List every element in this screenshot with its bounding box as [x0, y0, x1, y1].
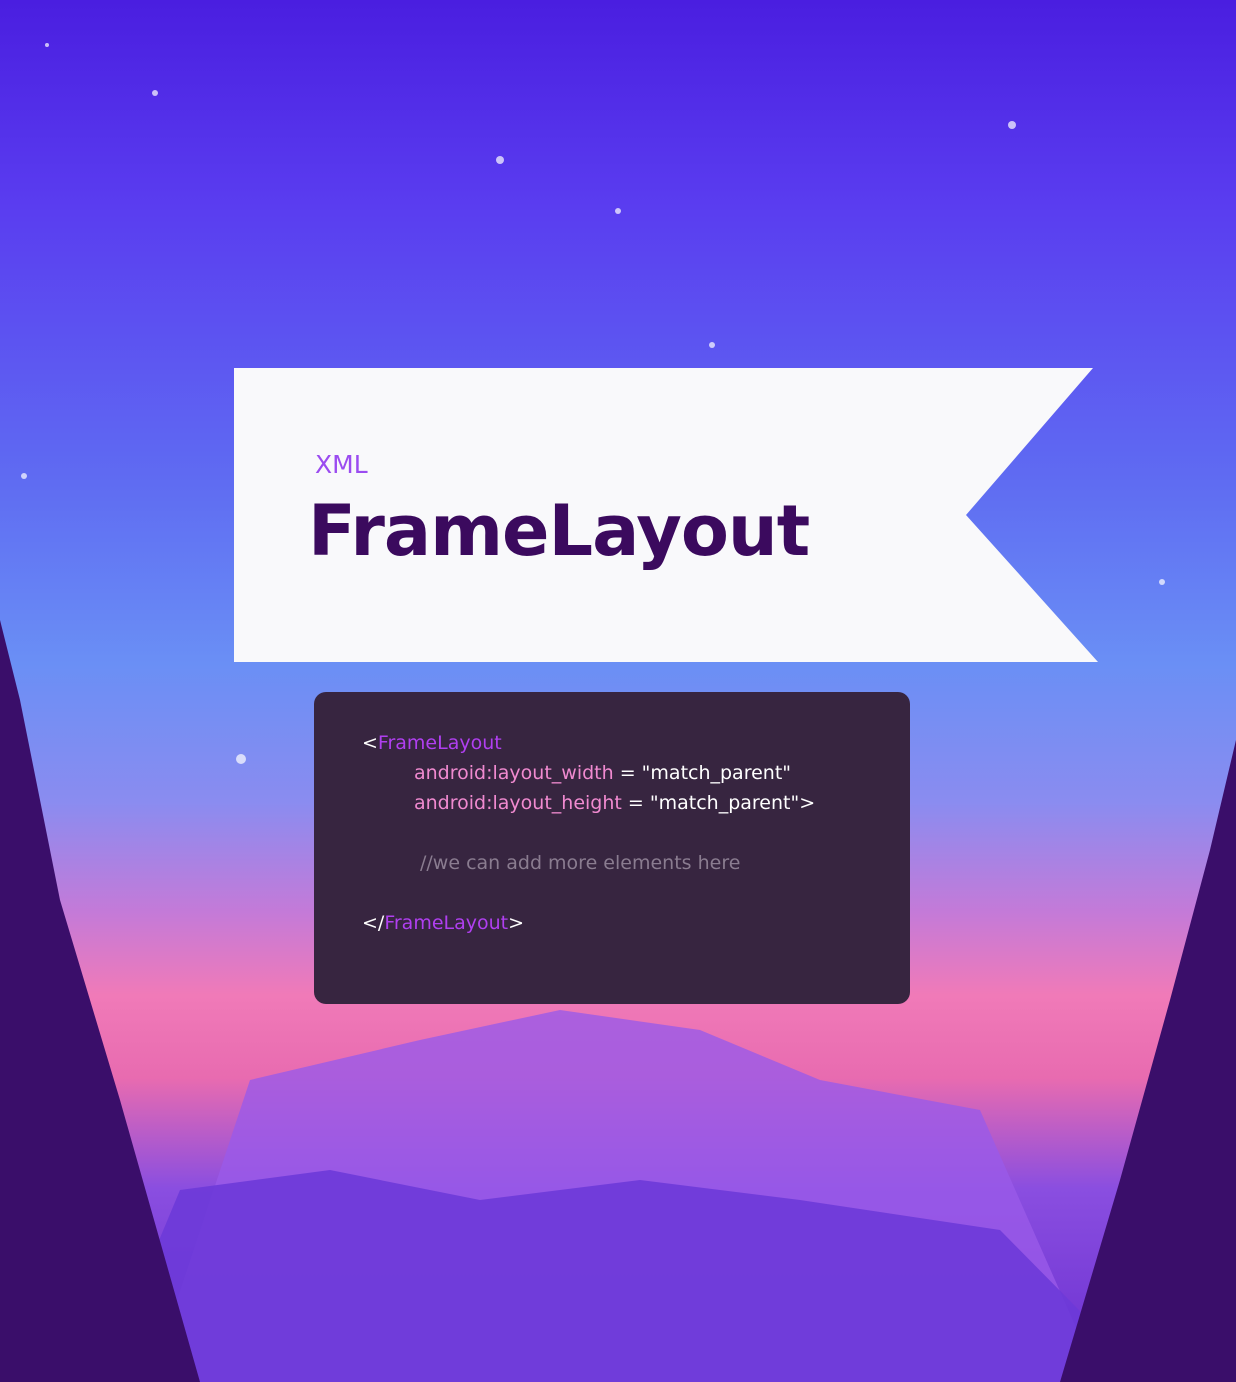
code-line-attr1: android:layout_width = "match_parent": [414, 758, 791, 788]
code-attribute: android:layout_width: [414, 762, 614, 784]
code-line-attr2: android:layout_height = "match_parent">: [414, 788, 815, 818]
code-equals: =: [621, 792, 650, 814]
code-tag: FrameLayout: [377, 732, 502, 754]
mountain-background-illustration: [0, 43, 1236, 1382]
code-bracket: <: [362, 732, 378, 754]
code-value: "match_parent">: [649, 792, 816, 814]
code-comment: //we can add more elements here: [420, 852, 741, 874]
banner-title: FrameLayout: [308, 490, 810, 572]
right-cliff: [1060, 740, 1236, 1382]
code-tag: FrameLayout: [384, 912, 509, 934]
code-block: <FrameLayout android:layout_width = "mat…: [314, 692, 910, 1004]
code-line-close: </FrameLayout>: [362, 908, 524, 938]
code-value: "match_parent": [641, 762, 792, 784]
code-attribute: android:layout_height: [414, 792, 622, 814]
code-bracket: >: [508, 912, 525, 934]
code-equals: =: [613, 762, 642, 784]
code-line-open: <FrameLayout: [362, 728, 502, 758]
banner-subtitle: XML: [315, 450, 368, 479]
code-bracket: </: [362, 912, 385, 934]
